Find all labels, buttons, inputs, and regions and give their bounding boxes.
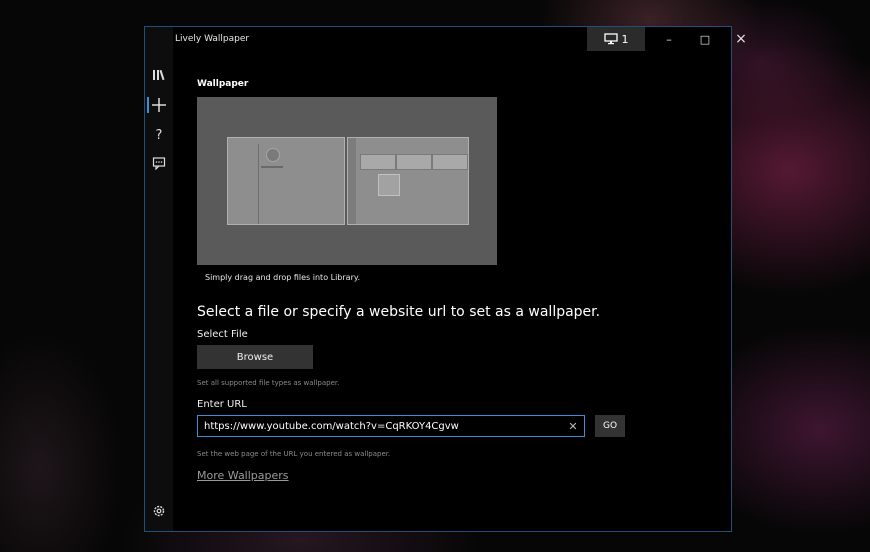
- help-nav-button[interactable]: ?: [145, 123, 173, 147]
- url-input-value[interactable]: https://www.youtube.com/watch?v=CqRKOY4C…: [198, 421, 562, 432]
- close-button[interactable]: ×: [723, 27, 759, 51]
- monitor-count: 1: [621, 32, 629, 46]
- go-button[interactable]: GO: [595, 415, 625, 437]
- clear-icon: ✕: [568, 419, 578, 433]
- preview-dragged-file: [378, 174, 400, 196]
- preview-window-left: [227, 137, 345, 225]
- preview-tile: [396, 154, 432, 170]
- page-title: Wallpaper: [197, 79, 249, 89]
- add-icon: [152, 98, 166, 112]
- browse-hint: Set all supported file types as wallpape…: [197, 379, 340, 387]
- browse-button[interactable]: Browse: [197, 345, 313, 369]
- minimize-button[interactable]: –: [651, 27, 687, 51]
- select-file-label: Select File: [197, 329, 248, 340]
- close-icon: ×: [735, 31, 747, 47]
- title-bar[interactable]: Lively Wallpaper 1 – □ ×: [173, 27, 747, 53]
- monitor-select-button[interactable]: 1: [587, 27, 645, 51]
- add-wallpaper-nav-button[interactable]: [145, 93, 173, 117]
- url-label: Enter URL: [197, 399, 247, 410]
- nav-rail: ?: [145, 27, 173, 531]
- preview-sidebar: [228, 144, 259, 224]
- monitor-icon: [603, 33, 618, 45]
- preview-caption: Simply drag and drop files into Library.: [205, 273, 360, 282]
- preview-tile: [360, 154, 396, 170]
- maximize-icon: □: [699, 32, 711, 46]
- preview-window-right: [347, 137, 469, 225]
- library-icon: [153, 69, 165, 81]
- clear-url-button[interactable]: ✕: [562, 416, 584, 436]
- minimize-icon: –: [666, 32, 672, 46]
- feedback-icon: [152, 157, 166, 170]
- url-input[interactable]: https://www.youtube.com/watch?v=CqRKOY4C…: [197, 415, 585, 437]
- feedback-nav-button[interactable]: [145, 151, 173, 175]
- preview-tile: [432, 154, 468, 170]
- preview-file-icon: [266, 148, 280, 162]
- help-icon: ?: [155, 127, 163, 143]
- settings-nav-button[interactable]: [145, 499, 173, 523]
- preview-file-label: [261, 166, 283, 168]
- app-title: Lively Wallpaper: [175, 34, 250, 44]
- maximize-button[interactable]: □: [687, 27, 723, 51]
- app-window: ? Lively Wallpaper 1 – □ × Wallpaper Sim…: [144, 26, 747, 532]
- library-nav-button[interactable]: [145, 63, 173, 87]
- instruction-heading: Select a file or specify a website url t…: [197, 304, 601, 320]
- more-wallpapers-link[interactable]: More Wallpapers: [197, 469, 289, 482]
- drag-drop-preview-image: [197, 97, 497, 265]
- url-hint: Set the web page of the URL you entered …: [197, 450, 391, 458]
- gear-icon: [153, 505, 165, 517]
- preview-sidebar-right: [348, 138, 356, 224]
